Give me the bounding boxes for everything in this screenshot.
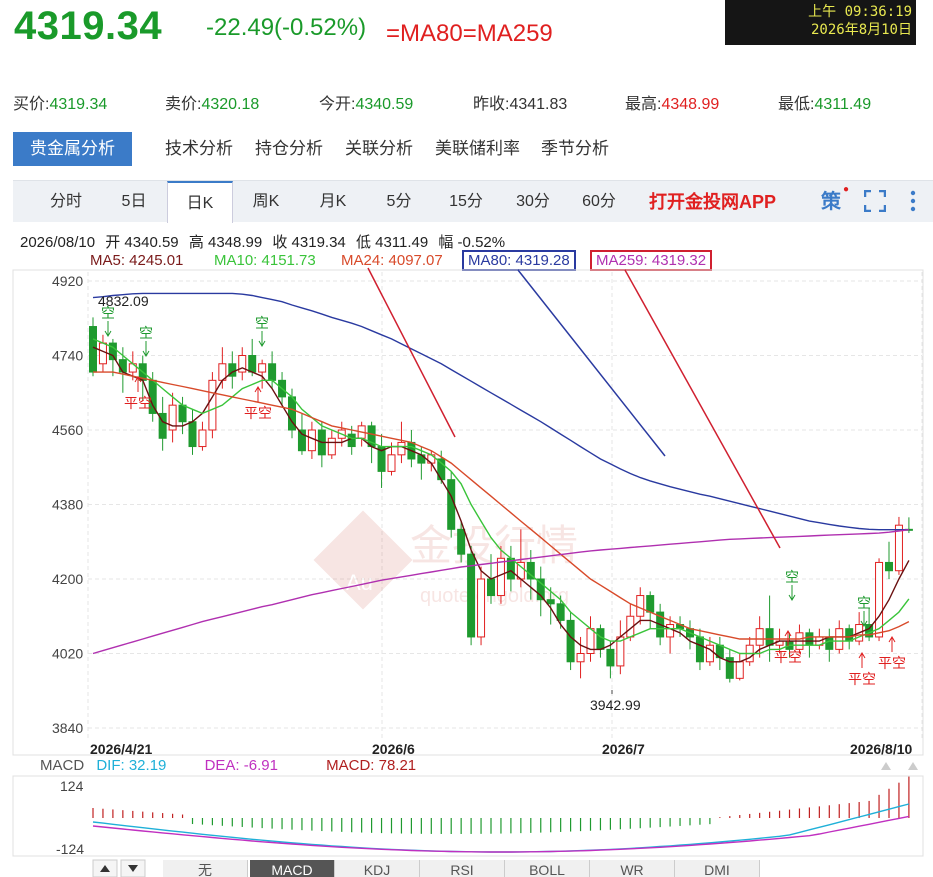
y-tick-label: 4380 xyxy=(52,497,83,513)
candle-body xyxy=(188,421,197,448)
candle-body xyxy=(566,619,575,663)
x-tick-label: 2026/4/21 xyxy=(90,741,152,757)
candle-body xyxy=(825,636,834,650)
candle-body xyxy=(457,528,466,555)
indicator-tab[interactable]: KDJ xyxy=(335,860,420,877)
macd-value: MACD: 78.21 xyxy=(326,757,417,774)
x-tick-label: 2026/8/10 xyxy=(850,741,912,757)
trade-signal-marker: 空 xyxy=(785,570,799,601)
candle-body xyxy=(327,437,336,456)
candle-body xyxy=(258,363,267,373)
candle-body xyxy=(447,479,456,530)
y-tick-label: 4020 xyxy=(52,646,83,662)
candle-body xyxy=(596,628,605,650)
trade-signal-marker: 平空 xyxy=(878,636,906,672)
candle-body xyxy=(735,661,744,679)
candle-body xyxy=(666,624,675,638)
candle-body xyxy=(198,429,207,448)
candle-body xyxy=(606,648,615,667)
candle-body xyxy=(397,441,406,456)
candle-body xyxy=(755,628,764,646)
macd-y-tick: 124 xyxy=(60,778,84,794)
annotation-pointer xyxy=(517,269,666,457)
y-tick-label: 4200 xyxy=(52,571,83,587)
trade-signal-label: 空 xyxy=(255,316,269,332)
annotation-pointer xyxy=(367,267,456,438)
y-tick-label: 3840 xyxy=(52,720,83,736)
indicator-tab[interactable]: WR xyxy=(590,860,675,877)
indicator-tab[interactable]: 无 xyxy=(163,860,248,877)
candle-body xyxy=(496,557,505,597)
trade-signal-label: 平空 xyxy=(878,656,906,672)
x-tick-label: 2026/7 xyxy=(602,741,645,757)
candle-body xyxy=(845,628,854,642)
candlestick-chart[interactable]: 4920474045604380420040203840Au金投行情quote.… xyxy=(0,0,933,877)
macd-y-tick: -124 xyxy=(56,841,84,857)
trade-signal-label: 平空 xyxy=(848,672,876,688)
indicator-tab[interactable]: DMI xyxy=(675,860,760,877)
trade-signal-label: 空 xyxy=(101,306,115,322)
macd-dif: DIF: 32.19 xyxy=(96,757,167,774)
candle-body xyxy=(477,578,486,638)
trade-signal-marker: 平空 xyxy=(848,652,876,688)
trade-signal-label: 平空 xyxy=(244,406,272,422)
trade-signal-label: 平空 xyxy=(124,396,152,412)
candle-body xyxy=(546,599,555,605)
candle-body xyxy=(89,326,97,373)
indicator-tab[interactable]: BOLL xyxy=(505,860,590,877)
trade-signal-label: 空 xyxy=(785,570,799,586)
candle-body xyxy=(646,595,655,613)
candle-body xyxy=(178,404,187,423)
macd-dea: DEA: -6.91 xyxy=(204,757,278,774)
candle-body xyxy=(487,578,495,597)
low-price-label: 3942.99 xyxy=(590,697,641,713)
trade-signal-marker: 空 xyxy=(139,326,153,357)
candle-body xyxy=(885,561,893,572)
indicator-tab-bar: 无 MACD KDJ RSI BOLL WR DMI xyxy=(90,860,933,877)
candle-body xyxy=(347,433,356,448)
candle-body xyxy=(268,363,277,381)
trade-signal-label: 空 xyxy=(139,326,153,342)
candle-body xyxy=(695,636,704,663)
candle-body xyxy=(387,454,396,472)
candle-body xyxy=(307,429,316,452)
trade-signal-marker: 空 xyxy=(101,306,115,337)
candle-body xyxy=(118,359,127,373)
zoom-up-icon[interactable] xyxy=(908,762,918,770)
candle-body xyxy=(576,653,585,663)
candle-body xyxy=(805,632,814,646)
candle-body xyxy=(98,342,107,365)
candle-body xyxy=(248,355,257,373)
candle-body xyxy=(208,379,217,431)
macd-title: MACD xyxy=(40,757,85,774)
candle-body xyxy=(894,524,903,572)
zoom-up-icon[interactable] xyxy=(881,762,891,770)
trade-signal-label: 空 xyxy=(857,596,871,612)
y-tick-label: 4920 xyxy=(52,273,83,289)
candle-body xyxy=(835,628,844,650)
indicator-tab[interactable]: RSI xyxy=(420,860,505,877)
trade-signal-label: 平空 xyxy=(774,650,802,666)
candle-body xyxy=(556,603,565,621)
y-tick-label: 4740 xyxy=(52,348,83,364)
macd-panel-frame xyxy=(12,775,924,857)
y-tick-label: 4560 xyxy=(52,422,83,438)
candle-body xyxy=(636,595,645,617)
indicator-tab[interactable]: MACD xyxy=(250,860,335,877)
trade-signal-marker: 空 xyxy=(255,316,269,347)
x-tick-label: 2026/6 xyxy=(372,741,415,757)
macd-legend: MACD DIF: 32.19 DEA: -6.91 MACD: 78.21 xyxy=(40,757,416,774)
annotation-pointer xyxy=(624,269,781,549)
chart-frame xyxy=(12,269,924,756)
candle-body xyxy=(765,628,774,646)
